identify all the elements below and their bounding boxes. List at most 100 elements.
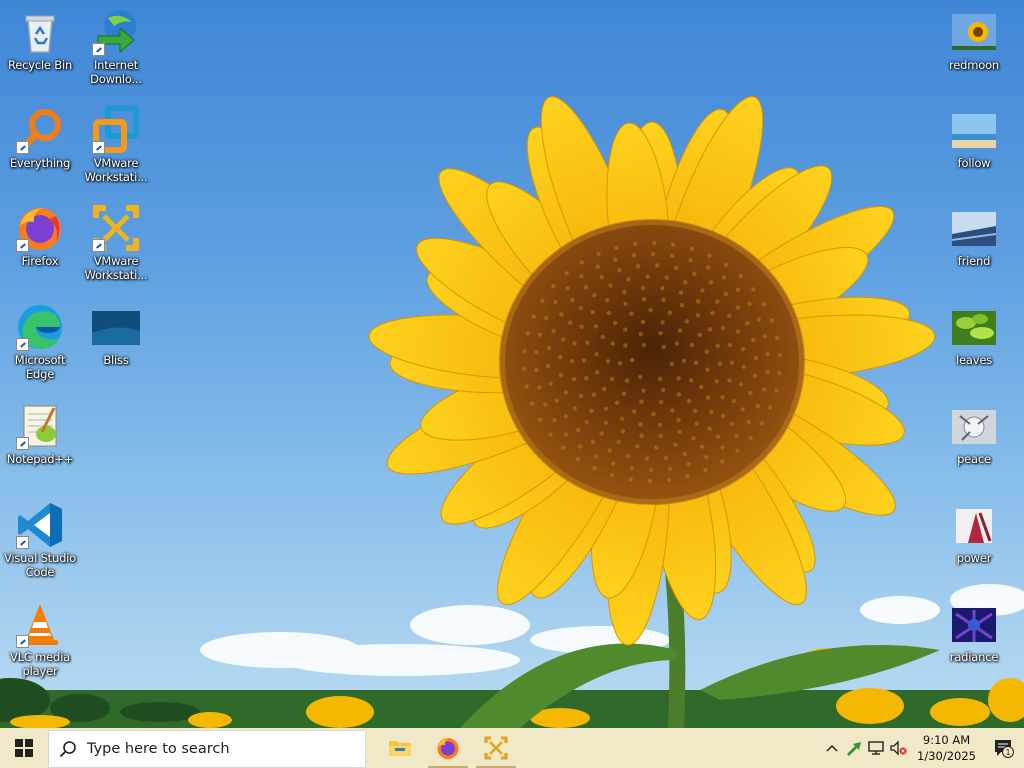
action-center-button[interactable]: 1 xyxy=(984,728,1024,768)
desktop-icon-recycle-bin[interactable]: Recycle Bin xyxy=(2,8,78,72)
sunflower-seed xyxy=(748,390,753,396)
sunflower-seed xyxy=(594,352,599,357)
desktop-icon-leaves[interactable]: leaves xyxy=(936,303,1012,367)
sunflower-seed xyxy=(751,338,756,343)
sunflower-seed xyxy=(666,477,672,483)
sunflower-seed xyxy=(609,472,615,478)
start-button[interactable] xyxy=(0,728,48,768)
tray-download-manager[interactable] xyxy=(843,728,865,768)
desktop-icon-label: VLC media player xyxy=(10,650,70,678)
clock-time: 9:10 AM xyxy=(922,733,971,747)
sunflower-seed xyxy=(647,478,652,484)
desktop-icon-firefox[interactable]: Firefox xyxy=(2,204,78,268)
desktop-icon-vmware-workstation[interactable]: VMware Workstati... xyxy=(78,106,154,184)
sunflower-seed xyxy=(660,320,665,325)
sunflower-seed xyxy=(543,315,549,320)
vlc-icon xyxy=(16,600,64,648)
desktop-icon-vmware-workstation-player[interactable]: VMware Workstati... xyxy=(78,204,154,282)
vmware-workstation-player-icon xyxy=(92,204,140,252)
sunflower-seed xyxy=(609,376,615,382)
sunflower-seed xyxy=(707,426,712,431)
sunflower-seed xyxy=(585,340,590,345)
sunflower-seed xyxy=(619,416,625,421)
sunflower-seed xyxy=(738,382,743,387)
sunflower-seed xyxy=(765,369,770,375)
taskbar-file-explorer[interactable] xyxy=(376,728,424,768)
sunflower-seed xyxy=(740,407,745,412)
shortcut-arrow-icon xyxy=(16,239,29,252)
sunflower-seed xyxy=(673,442,678,447)
sunflower-seed xyxy=(747,301,752,307)
desktop-icon-notepad-plus-plus[interactable]: Notepad++ xyxy=(2,402,78,466)
sunflower-seed xyxy=(698,384,704,390)
sunflower-seed xyxy=(572,406,577,411)
sunflower-seed xyxy=(595,264,600,269)
sunflower-seed xyxy=(575,456,581,462)
sunflower-seed xyxy=(531,314,536,319)
sunflower-seed xyxy=(629,357,635,363)
sunflower-seed xyxy=(548,381,553,386)
desktop-icon-internet-download-manager[interactable]: Internet Downlo... xyxy=(78,8,154,86)
desktop-icon-bliss[interactable]: Bliss xyxy=(78,303,154,367)
sunflower-seed xyxy=(691,436,696,441)
sunflower-seed xyxy=(658,399,664,405)
sunflower-seed xyxy=(777,352,782,358)
sunflower-seed xyxy=(590,439,596,444)
sunflower-seed xyxy=(612,320,618,326)
sunflower-seed xyxy=(669,253,675,258)
taskbar-firefox[interactable] xyxy=(424,728,472,768)
sunflower-seed xyxy=(674,341,680,346)
desktop-icon-everything[interactable]: Everything xyxy=(2,106,78,170)
sunflower-seed xyxy=(606,310,612,316)
desktop-icon-label: leaves xyxy=(956,353,992,367)
desktop-icon-label: Recycle Bin xyxy=(7,58,73,72)
sunflower-seed xyxy=(703,467,708,473)
sunflower-seed xyxy=(689,342,695,348)
sunflower-seed xyxy=(616,439,621,444)
tray-volume[interactable] xyxy=(887,728,909,768)
sunflower-seed xyxy=(727,378,732,383)
notepad-plus-plus-icon xyxy=(16,402,64,450)
desktop-icon-radiance[interactable]: radiance xyxy=(936,600,1012,664)
sunflower-seed xyxy=(694,421,699,426)
desktop-icon-power[interactable]: power xyxy=(936,501,1012,565)
sunflower-seed xyxy=(624,378,630,383)
desktop-icon-redmoon[interactable]: redmoon xyxy=(936,8,1012,72)
sunflower-seed xyxy=(735,305,741,310)
desktop-icon-vscode[interactable]: Visual Studio Code xyxy=(2,501,78,579)
sunflower-seed xyxy=(705,265,711,270)
show-hidden-icons-button[interactable] xyxy=(821,728,843,768)
sunflower-seed xyxy=(592,293,597,298)
image-thumbnail-icon xyxy=(950,501,998,549)
desktop-icon-label: redmoon xyxy=(948,58,999,72)
sunflower-seed xyxy=(561,337,566,342)
sunflower-seed xyxy=(740,346,746,352)
desktop-icon-label: Notepad++ xyxy=(6,452,74,466)
tray-network[interactable] xyxy=(865,728,887,768)
taskbar-vmware[interactable] xyxy=(472,728,520,768)
sunflower-seed xyxy=(584,420,589,425)
sunflower-seed xyxy=(762,334,767,339)
sunflower-seed xyxy=(631,409,637,414)
sunflower-seed xyxy=(534,349,539,355)
sunflower-seed xyxy=(534,367,539,373)
sunflower-seed xyxy=(641,388,646,393)
taskbar-search-box[interactable]: Type here to search xyxy=(48,729,366,768)
desktop-icon-follow[interactable]: follow xyxy=(936,106,1012,170)
sunflower-seed xyxy=(529,401,535,406)
sunflower-seed xyxy=(564,271,569,276)
desktop-icon-peace[interactable]: peace xyxy=(936,402,1012,466)
sunflower-seed xyxy=(591,392,597,397)
desktop-icon-edge[interactable]: Microsoft Edge xyxy=(2,303,78,381)
sunflower-seed xyxy=(735,448,740,453)
sunflower-seed xyxy=(667,310,673,315)
desktop-icon-friend[interactable]: friend xyxy=(936,204,1012,268)
sunflower-seed xyxy=(617,267,622,273)
desktop-icon-label: Firefox xyxy=(21,254,59,268)
sunflower-seed xyxy=(738,273,743,279)
desktop-icon-label: VMware Workstati... xyxy=(84,254,148,282)
taskbar-clock[interactable]: 9:10 AM 1/30/2025 xyxy=(909,732,984,764)
sunflower-seed xyxy=(729,421,734,427)
sunflower-seed xyxy=(714,379,719,384)
desktop-icon-vlc[interactable]: VLC media player xyxy=(2,600,78,678)
